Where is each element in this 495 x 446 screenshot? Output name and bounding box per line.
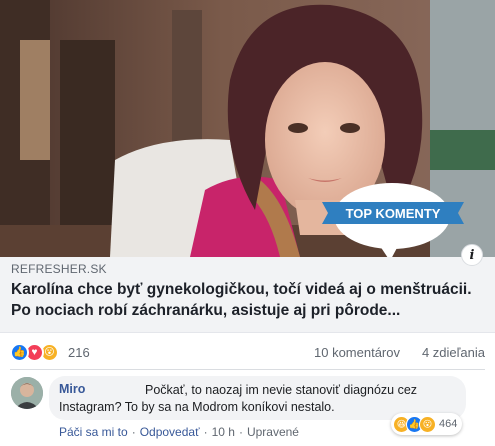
comment-actions: Páči sa mi to · Odpovedať · 10 h · Uprav… [59, 425, 299, 439]
reactions-summary: 👍 ♥ 😮 216 10 komentárov 4 zdieľania [0, 340, 495, 366]
avatar-image [11, 377, 43, 409]
separator-dot: · [131, 425, 136, 439]
like-icon: 👍 [10, 343, 29, 362]
like-comment-link[interactable]: Páči sa mi to [59, 425, 128, 439]
comment-reaction-count: 464 [439, 418, 458, 430]
separator-dot: · [238, 425, 243, 439]
shares-count[interactable]: 4 zdieľania [422, 345, 485, 360]
separator-dot: · [203, 425, 208, 439]
comment-text: Počkať, to naozaj im nevie stanoviť diag… [59, 383, 418, 414]
facebook-post: TOP KOMENTY i REFRESHER.SK Karolína chce… [0, 0, 495, 446]
comment-time[interactable]: 10 h [212, 425, 235, 439]
link-title[interactable]: Karolína chce byť gynekologičkou, točí v… [11, 279, 489, 321]
post-image[interactable]: TOP KOMENTY [0, 0, 495, 257]
link-domain: REFRESHER.SK [11, 262, 107, 276]
divider [10, 369, 485, 370]
edited-label[interactable]: Upravené [247, 425, 299, 439]
comment-reactions[interactable]: 😆 👍 😮 464 [391, 413, 463, 435]
avatar[interactable] [11, 377, 43, 409]
link-preview-card[interactable]: REFRESHER.SK Karolína chce byť gynekolog… [0, 257, 495, 333]
top-komenty-badge: TOP KOMENTY [322, 183, 464, 257]
info-icon[interactable]: i [461, 244, 483, 266]
reaction-icons[interactable]: 👍 ♥ 😮 [10, 343, 59, 363]
wow-icon: 😮 [419, 415, 436, 433]
reaction-count[interactable]: 216 [68, 345, 90, 360]
reply-link[interactable]: Odpovedať [140, 425, 200, 439]
top-komenty-label: TOP KOMENTY [346, 206, 441, 221]
comments-count[interactable]: 10 komentárov [314, 345, 400, 360]
